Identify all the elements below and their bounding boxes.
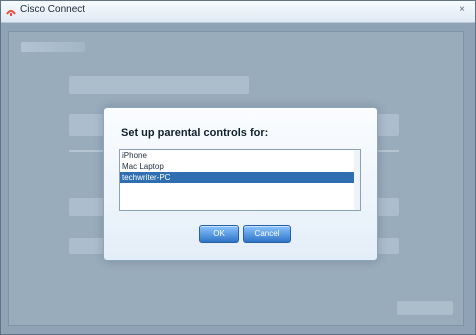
app-window: Cisco Connect × Set up parental controls…	[0, 0, 476, 335]
list-scrollbar[interactable]	[354, 150, 360, 210]
window-title: Cisco Connect	[20, 4, 86, 15]
cancel-button[interactable]: Cancel	[243, 225, 291, 243]
cisco-icon	[5, 5, 17, 17]
dialog-title: Set up parental controls for:	[121, 127, 269, 139]
device-list-item[interactable]: iPhone	[120, 150, 360, 161]
ok-button[interactable]: OK	[199, 225, 239, 243]
device-list[interactable]: iPhone Mac Laptop techwriter-PC	[119, 149, 361, 211]
faded-next-button	[397, 301, 453, 315]
parental-controls-dialog: Set up parental controls for: iPhone Mac…	[103, 107, 378, 261]
title-bar: Cisco Connect ×	[1, 1, 475, 23]
device-list-item[interactable]: Mac Laptop	[120, 161, 360, 172]
device-list-item-selected[interactable]: techwriter-PC	[120, 172, 360, 183]
brand-logo	[21, 42, 85, 52]
close-button[interactable]: ×	[455, 3, 469, 17]
faded-heading	[69, 76, 249, 94]
